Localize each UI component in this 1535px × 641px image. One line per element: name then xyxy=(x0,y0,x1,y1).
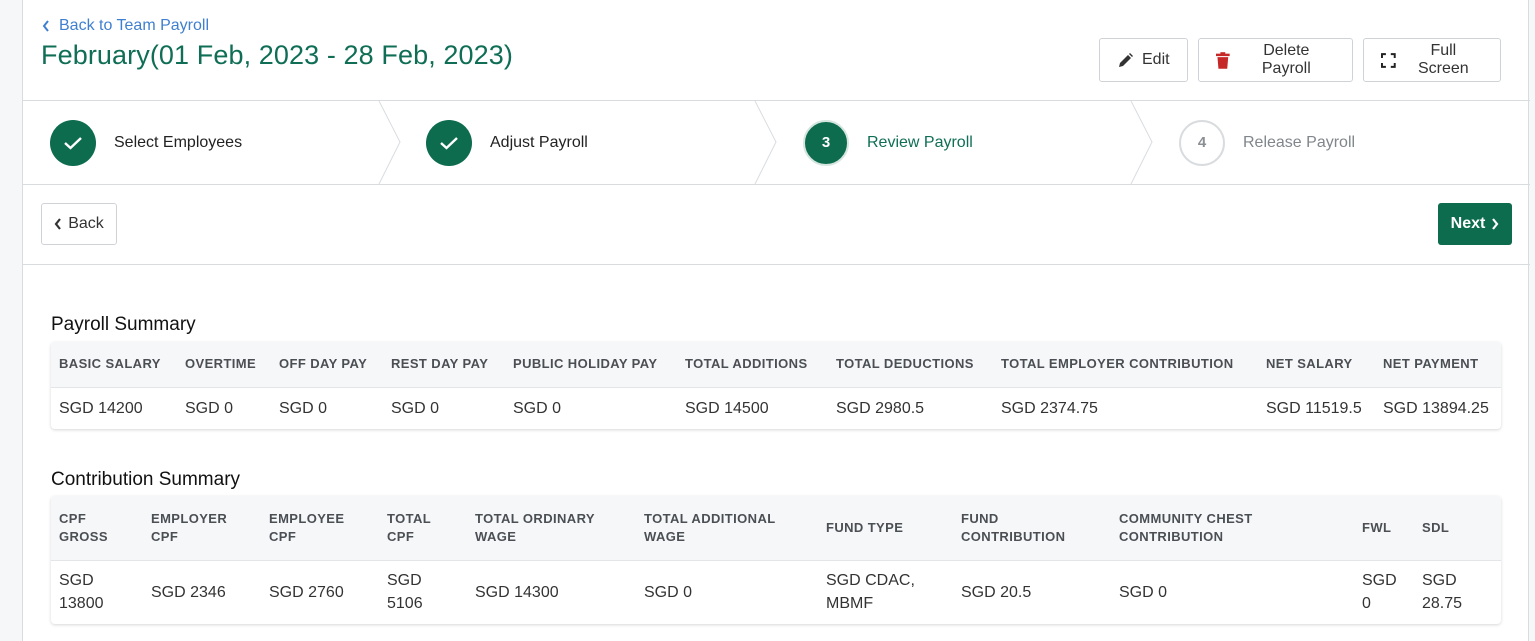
chevron-left-icon xyxy=(54,218,62,230)
column-header: OVERTIME xyxy=(177,342,271,388)
chevron-left-icon xyxy=(42,20,49,32)
header-actions: Edit Delete Payroll Full Screen xyxy=(1099,38,1501,82)
table-cell: SGD 2374.75 xyxy=(1001,399,1098,417)
step-review-payroll[interactable]: 3 Review Payroll xyxy=(803,101,973,184)
contribution-summary-table: CPF GROSS EMPLOYER CPF EMPLOYEE CPF TOTA… xyxy=(51,496,1501,624)
table-cell: SGD 14500 xyxy=(685,399,769,417)
next-label: Next xyxy=(1450,215,1486,232)
column-header: PUBLIC HOLIDAY PAY xyxy=(505,342,677,388)
column-header: CPF GROSS xyxy=(51,496,143,561)
table-cell: SGD 0 xyxy=(279,399,328,417)
step-separator xyxy=(754,101,777,184)
payroll-summary-title: Payroll Summary xyxy=(51,314,196,335)
contribution-summary-title: Contribution Summary xyxy=(51,469,241,490)
step-4-label: Release Payroll xyxy=(1243,133,1356,151)
step-release-payroll[interactable]: 4 Release Payroll xyxy=(1179,101,1355,184)
page-title: February(01 Feb, 2023 - 28 Feb, 2023) xyxy=(41,40,513,70)
table-cell: SGD 28.75 xyxy=(1422,572,1463,613)
column-header: FWL xyxy=(1354,496,1414,561)
table-cell: SGD 2980.5 xyxy=(836,399,925,417)
delete-payroll-button[interactable]: Delete Payroll xyxy=(1198,38,1353,82)
table-cell: SGD 0 xyxy=(644,583,693,601)
column-header: EMPLOYER CPF xyxy=(143,496,261,561)
table-header-row: BASIC SALARY OVERTIME OFF DAY PAY REST D… xyxy=(51,342,1501,388)
column-header: FUND TYPE xyxy=(818,496,953,561)
table-row: SGD 13800 SGD 2346 SGD 2760 SGD 5106 SGD… xyxy=(51,560,1501,624)
table-cell: SGD 13800 xyxy=(59,572,104,613)
column-header: EMPLOYEE CPF xyxy=(261,496,379,561)
column-header: FUND CONTRIBUTION xyxy=(953,496,1111,561)
payroll-panel: Back to Team Payroll February(01 Feb, 20… xyxy=(22,0,1530,641)
column-header: TOTAL ORDINARY WAGE xyxy=(467,496,636,561)
table-cell: SGD 11519.5 xyxy=(1266,399,1362,417)
step-select-employees[interactable]: Select Employees xyxy=(50,101,242,184)
step-adjust-payroll[interactable]: Adjust Payroll xyxy=(426,101,588,184)
table-cell: SGD 13894.25 xyxy=(1383,399,1489,417)
pencil-icon xyxy=(1119,52,1133,67)
table-cell: SGD CDAC, MBMF xyxy=(826,572,915,613)
expand-icon xyxy=(1381,52,1396,68)
table-cell: SGD 2346 xyxy=(151,583,226,601)
column-header: BASIC SALARY xyxy=(51,342,177,388)
table-cell: SGD 0 xyxy=(513,399,562,417)
back-label: Back xyxy=(68,215,104,232)
table-cell: SGD 14300 xyxy=(475,583,559,601)
table-cell: SGD 14200 xyxy=(59,399,143,417)
table-cell: SGD 2760 xyxy=(269,583,344,601)
table-cell: SGD 0 xyxy=(1119,583,1168,601)
table-cell: SGD 5106 xyxy=(387,572,423,613)
edit-button[interactable]: Edit xyxy=(1099,38,1188,82)
trash-icon xyxy=(1216,51,1230,69)
payroll-summary-table: BASIC SALARY OVERTIME OFF DAY PAY REST D… xyxy=(51,342,1501,429)
action-bar: Back Next xyxy=(23,185,1530,265)
step-3-label: Review Payroll xyxy=(867,133,973,151)
back-button[interactable]: Back xyxy=(41,203,117,245)
column-header: TOTAL EMPLOYER CONTRIBUTION xyxy=(993,342,1258,388)
step-4-number: 4 xyxy=(1179,119,1225,166)
column-header: NET SALARY xyxy=(1258,342,1375,388)
edit-label: Edit xyxy=(1142,51,1170,68)
table-cell: SGD 20.5 xyxy=(961,583,1032,601)
next-button[interactable]: Next xyxy=(1438,203,1512,245)
table-row: SGD 14200 SGD 0 SGD 0 SGD 0 SGD 0 SGD 14… xyxy=(51,387,1501,429)
full-screen-button[interactable]: Full Screen xyxy=(1363,38,1501,82)
column-header: SDL xyxy=(1414,496,1501,561)
column-header: TOTAL ADDITIONAL WAGE xyxy=(636,496,818,561)
table-cell: SGD 0 xyxy=(1362,572,1397,613)
column-header: TOTAL ADDITIONS xyxy=(677,342,828,388)
step-2-label: Adjust Payroll xyxy=(490,133,588,151)
table-cell: SGD 0 xyxy=(185,399,234,417)
table-cell: SGD 0 xyxy=(391,399,440,417)
step-separator xyxy=(378,101,401,184)
step-2-check-icon xyxy=(426,119,472,166)
full-screen-label: Full Screen xyxy=(1418,42,1469,77)
step-1-label: Select Employees xyxy=(114,133,243,151)
step-3-number: 3 xyxy=(803,119,849,166)
column-header: COMMUNITY CHEST CONTRIBUTION xyxy=(1111,496,1354,561)
column-header: OFF DAY PAY xyxy=(271,342,383,388)
table-header-row: CPF GROSS EMPLOYER CPF EMPLOYEE CPF TOTA… xyxy=(51,496,1501,561)
back-link-label: Back to Team Payroll xyxy=(59,17,209,34)
delete-payroll-label: Delete Payroll xyxy=(1261,42,1311,77)
chevron-right-icon xyxy=(1492,218,1499,230)
payroll-stepper: Select Employees Adjust Payroll 3 Review… xyxy=(23,100,1530,185)
column-header: REST DAY PAY xyxy=(383,342,505,388)
step-separator xyxy=(1130,101,1153,184)
column-header: TOTAL DEDUCTIONS xyxy=(828,342,993,388)
step-1-check-icon xyxy=(50,119,96,166)
column-header: TOTAL CPF xyxy=(379,496,467,561)
back-to-team-payroll-link[interactable]: Back to Team Payroll xyxy=(41,17,209,35)
column-header: NET PAYMENT xyxy=(1375,342,1501,388)
